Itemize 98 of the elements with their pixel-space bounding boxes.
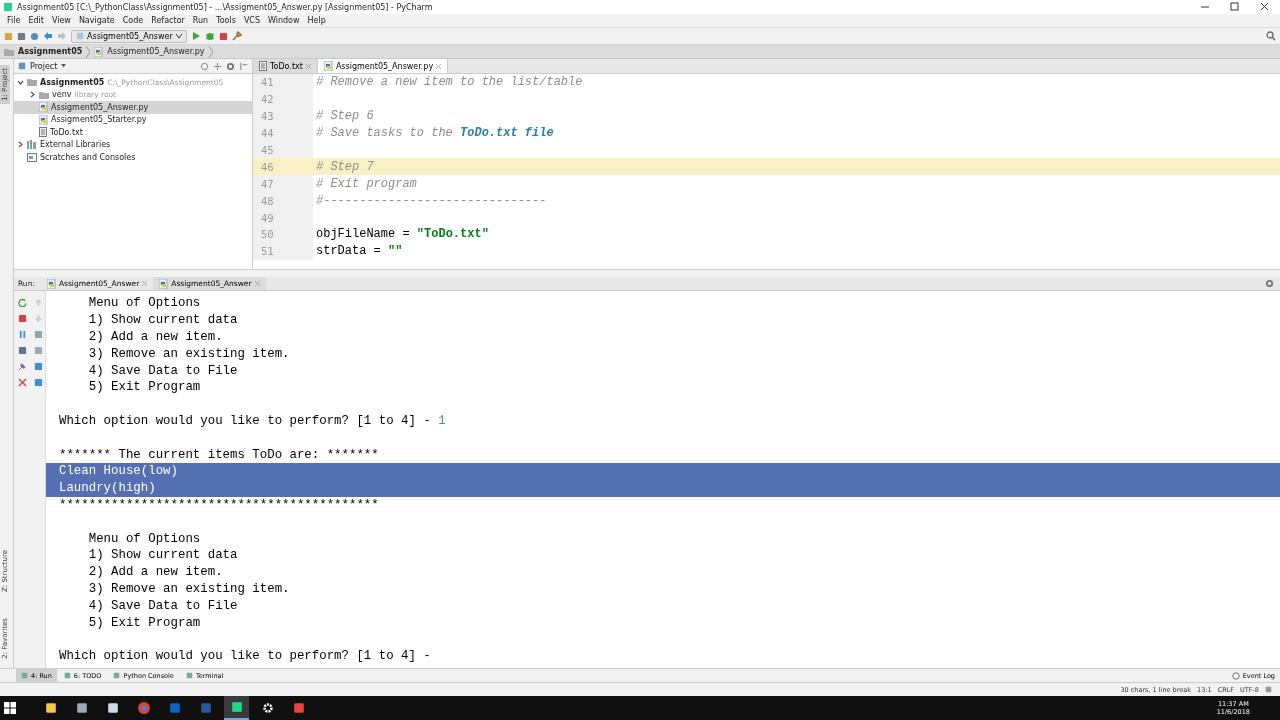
line-number: 50 (253, 226, 313, 243)
menu-item[interactable]: Navigate (74, 16, 119, 25)
menu-item[interactable]: File (3, 16, 25, 25)
console-text: 4) Save Data to File (87, 598, 238, 613)
console-text: 1) Show current data (87, 313, 238, 328)
console-text: Which option would you like to perform? [1 to 4] - (59, 413, 432, 428)
python-file-icon (94, 46, 104, 57)
console-text: Clean House(low) (59, 464, 178, 479)
console-text: 4) Save Data to File (87, 363, 238, 378)
stop-icon (17, 313, 27, 323)
console-text: Menu of Options (87, 531, 201, 546)
expand-right-icon[interactable] (29, 91, 36, 99)
gear-icon (261, 702, 274, 714)
line-number: 41 (253, 74, 313, 91)
menu-item[interactable]: Window (264, 16, 304, 25)
menu-item[interactable]: Code (118, 16, 148, 25)
console-icon (27, 152, 37, 162)
console-text: 3) Remove an existing item. (87, 346, 290, 361)
breadcrumb-item[interactable]: Assignment05 (18, 47, 83, 56)
expand-down-icon[interactable] (17, 78, 24, 86)
python-file-icon (39, 114, 48, 125)
chevron-icon (86, 45, 91, 58)
windows-logo-icon[interactable] (4, 702, 16, 714)
console-text: ******* The current items ToDo are: ******* (59, 447, 379, 462)
input-text: 1 (438, 413, 446, 428)
menu-item[interactable]: Edit (24, 16, 48, 25)
tree-item-label: Assigment05_Starter.py (51, 115, 147, 125)
menu-item[interactable]: Help (303, 16, 330, 25)
caret-icon (61, 64, 67, 68)
chevron-icon (208, 45, 213, 58)
code-text: # Exit program (316, 176, 417, 191)
console-text: 5) Exit Program (87, 615, 201, 630)
wrench-icon[interactable] (231, 31, 242, 41)
pause-icon[interactable] (17, 329, 27, 339)
code-text: ToDo.txt file (460, 126, 554, 141)
target-icon[interactable] (200, 61, 209, 71)
console-text: 5) Exit Program (87, 380, 201, 395)
menu-item[interactable]: Tools (212, 16, 240, 25)
text-file-icon (259, 61, 267, 71)
menu-item[interactable]: Refactor (147, 16, 189, 25)
menu-item[interactable]: VCS (239, 16, 264, 25)
tree-item[interactable]: External Libraries (14, 138, 252, 151)
code-text: objFileName = (316, 227, 411, 242)
console-text: Laundry(high) (59, 481, 156, 496)
text-file-icon (39, 127, 47, 138)
code-text: strData = (316, 244, 382, 259)
tree-item-label: Assigment05_Answer.py (51, 102, 149, 112)
console-text: 1) Show current data (87, 548, 238, 563)
library-icon (27, 140, 37, 150)
stop-icon (218, 31, 228, 41)
python-file-icon (323, 61, 333, 71)
python-file-icon (39, 102, 48, 113)
code-text: # Step 7 (316, 159, 374, 174)
search-icon[interactable] (1266, 31, 1276, 41)
console-text: 2) Add a new item. (87, 565, 223, 580)
expand-right-icon[interactable] (17, 141, 24, 149)
code-text: # Remove a new item to the list/table (316, 75, 583, 90)
code-text: # Save tasks to the (316, 126, 454, 141)
tree-item[interactable]: Assigment05_Starter.py (14, 113, 252, 126)
tree-item[interactable]: ToDo.txt (14, 126, 252, 139)
run-icon[interactable] (190, 31, 201, 41)
back-arrow-icon[interactable] (43, 31, 53, 41)
line-number: 49 (253, 209, 313, 226)
collapse-icon[interactable] (213, 61, 222, 71)
tree-item-label: venv (52, 90, 72, 100)
console-text: Menu of Options (87, 296, 201, 311)
console-text: ******************************************* (59, 497, 379, 512)
console-text: 2) Add a new item. (87, 330, 223, 344)
code-text: "" (388, 244, 403, 259)
menu-item[interactable]: View (47, 16, 75, 25)
python-file-icon (159, 278, 169, 289)
tree-item-label: ToDo.txt (50, 127, 83, 137)
tree-item-label: Assignment05 (40, 77, 105, 87)
rerun-icon[interactable] (17, 297, 27, 307)
caret-icon (175, 33, 182, 39)
debug-bug-icon[interactable] (204, 31, 215, 41)
editor-tab[interactable]: Assigment05_Answer.py (317, 59, 449, 73)
code-text: "ToDo.txt" (416, 227, 489, 242)
line-number: 47 (253, 175, 313, 193)
hide-panel-icon[interactable] (239, 61, 248, 71)
tree-item[interactable]: Assigment05_Answer.py (14, 101, 252, 114)
tree-item-label: External Libraries (40, 140, 111, 150)
run-configuration-dropdown[interactable]: Assigment05_Answer (71, 29, 187, 43)
pin-icon[interactable] (17, 361, 27, 371)
panel-title[interactable]: Project (30, 61, 58, 71)
circle-logo-icon (137, 702, 150, 714)
editor-tab[interactable]: ToDo.txt (253, 59, 318, 73)
code-text: #------------------------------- (316, 193, 547, 208)
console-text: Which option would you like to perform? [1 to 4] - (59, 649, 432, 664)
console-text: 3) Remove an existing item. (87, 581, 290, 596)
tree-item[interactable]: Scratches and Consoles (14, 151, 252, 164)
breadcrumb-item[interactable]: Assigment05_Answer.py (107, 47, 205, 56)
code-text: # Step 6 (316, 109, 374, 124)
tree-item-label: Scratches and Consoles (40, 152, 136, 162)
python-file-icon (46, 278, 56, 289)
window-title: Assignment05 [C:\_PythonClass\Assignment05] - ...\Assigment05_Answer.py [Assignment05] - PyCharm (17, 2, 434, 12)
line-number: 48 (253, 192, 313, 210)
menu-item[interactable]: Run (188, 16, 213, 25)
